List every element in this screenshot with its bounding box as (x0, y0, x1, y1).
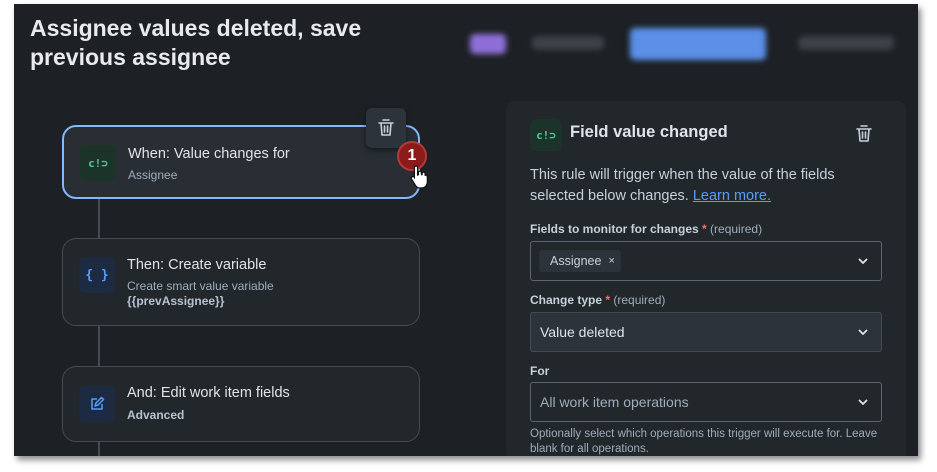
create-variable-title: Then: Create variable (127, 257, 267, 273)
operations-select[interactable]: All work item operations (530, 382, 882, 422)
operations-placeholder: All work item operations (540, 394, 689, 410)
change-type-label-text: Change type (530, 293, 603, 307)
remove-tag-icon[interactable]: × (608, 255, 614, 267)
pencil-icon (91, 396, 105, 410)
assignee-tag-label: Assignee (550, 254, 602, 268)
trigger-config-panel: c!⊃ Field value changed This rule will t… (506, 101, 906, 456)
variable-braces-icon: { } (79, 257, 115, 293)
chevron-down-icon (858, 258, 868, 264)
edit-fields-title: And: Edit work item fields (127, 385, 290, 401)
trigger-node-title: When: Value changes for (128, 146, 290, 162)
hand-pointer-cursor-icon (410, 165, 428, 189)
required-asterisk: * (605, 293, 611, 307)
blurred-header-action[interactable] (798, 36, 894, 50)
variable-name: {{prevAssignee}} (127, 294, 225, 308)
create-variable-description: Create smart value variable (127, 279, 274, 293)
delete-node-button[interactable] (366, 108, 406, 148)
required-hint: (required) (613, 293, 666, 307)
edit-pencil-icon (79, 386, 115, 422)
fields-monitor-label: Fields to monitor for changes * (require… (530, 222, 762, 236)
action-node-edit-fields[interactable]: And: Edit work item fields Advanced (62, 366, 420, 442)
blurred-header-link[interactable] (532, 36, 604, 50)
assignee-tag: Assignee × (539, 250, 621, 272)
chevron-down-icon (858, 329, 868, 335)
trigger-node-subtitle: Assignee (128, 168, 178, 182)
fields-monitor-select[interactable]: Assignee × (530, 241, 882, 281)
fields-monitor-label-text: Fields to monitor for changes (530, 222, 699, 236)
blurred-status-pill (470, 34, 506, 54)
for-label: For (530, 364, 550, 378)
field-change-icon: c!⊃ (530, 119, 562, 151)
panel-description: This rule will trigger when the value of… (530, 165, 880, 207)
page-title-line-2: previous assignee (30, 44, 231, 70)
change-type-select[interactable]: Value deleted (530, 312, 882, 352)
required-asterisk: * (702, 222, 707, 236)
page-title-line-1: Assignee values deleted, save (30, 15, 362, 41)
trash-icon[interactable] (856, 125, 872, 143)
page-title: Assignee values deleted, save previous a… (30, 14, 450, 72)
trash-icon (378, 119, 394, 136)
chevron-down-icon (858, 399, 868, 405)
required-hint: (required) (710, 222, 763, 236)
field-change-icon: c!⊃ (80, 145, 116, 181)
action-node-create-variable[interactable]: { } Then: Create variable Create smart v… (62, 238, 420, 326)
create-variable-subtitle: Create smart value variable {{prevAssign… (127, 279, 274, 309)
blurred-primary-button[interactable] (630, 28, 766, 60)
description-text: This rule will trigger when the value of… (530, 167, 835, 204)
edit-fields-mode: Advanced (127, 408, 185, 422)
change-type-label: Change type * (required) (530, 293, 665, 307)
panel-title: Field value changed (570, 123, 728, 141)
learn-more-link[interactable]: Learn more. (693, 188, 771, 204)
screenshot-frame: Assignee values deleted, save previous a… (14, 4, 918, 456)
operations-help-text: Optionally select which operations this … (530, 428, 878, 455)
change-type-value: Value deleted (540, 324, 625, 340)
edit-fields-subtitle: Advanced (127, 408, 184, 423)
